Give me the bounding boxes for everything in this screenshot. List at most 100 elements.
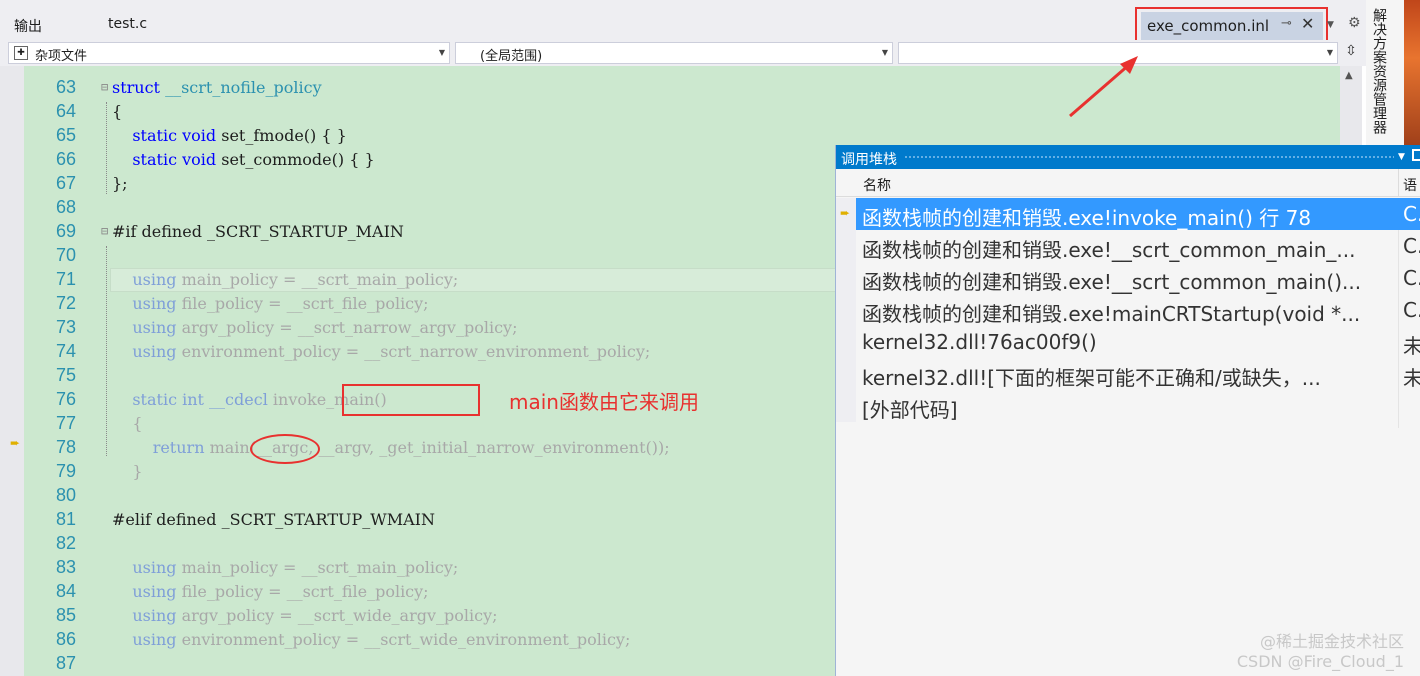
watermark-line1: @稀土掘金技术社区 bbox=[1259, 632, 1404, 651]
fold-toggle-icon[interactable]: ⊟ bbox=[101, 224, 108, 238]
frame-language: 未 bbox=[1403, 366, 1420, 390]
scroll-up-icon[interactable]: ▲ bbox=[1345, 70, 1353, 81]
line-number: 81 bbox=[55, 509, 76, 529]
code-text: using main_policy = __scrt_main_policy; bbox=[112, 270, 458, 289]
line-number: 83 bbox=[55, 557, 76, 577]
code-token: struct bbox=[112, 78, 160, 97]
code-token: using bbox=[132, 342, 177, 361]
code-token: file_policy = __scrt_file_policy; bbox=[176, 582, 429, 601]
code-token: set_commode() { } bbox=[216, 150, 375, 169]
call-stack-row[interactable]: 函数栈帧的创建和销毁.exe!__scrt_common_main()... C. bbox=[836, 262, 1420, 294]
solution-explorer-tab[interactable]: 解决方案资源管理器 bbox=[1370, 8, 1388, 134]
code-token: using bbox=[132, 294, 177, 313]
row-gutter bbox=[836, 390, 856, 422]
column-header-language[interactable]: 语 bbox=[1403, 175, 1417, 195]
chevron-down-icon: ▼ bbox=[1326, 48, 1333, 57]
code-token: environment_policy = __scrt_narrow_envir… bbox=[176, 342, 651, 361]
code-token: file_policy = __scrt_file_policy; bbox=[176, 294, 429, 313]
line-number: 87 bbox=[55, 653, 76, 673]
call-stack-row[interactable]: [外部代码] bbox=[836, 390, 1420, 422]
code-token: { bbox=[112, 414, 143, 433]
row-gutter bbox=[836, 262, 856, 294]
chevron-down-icon[interactable]: ▼ bbox=[1398, 152, 1405, 162]
code-token: __cdecl bbox=[203, 390, 268, 409]
row-gutter bbox=[836, 230, 856, 262]
call-stack-row[interactable]: 函数栈帧的创建和销毁.exe!__scrt_common_main_... C. bbox=[836, 230, 1420, 262]
line-number: 70 bbox=[55, 245, 76, 265]
project-dropdown[interactable]: ✚ 杂项文件 ▼ bbox=[8, 42, 450, 64]
call-stack-row[interactable]: kernel32.dll!76ac00f9() 未 bbox=[836, 326, 1420, 358]
code-text: using argv_policy = __scrt_narrow_argv_p… bbox=[112, 318, 517, 337]
frame-name: 函数栈帧的创建和销毁.exe!mainCRTStartup(void *... bbox=[862, 302, 1361, 326]
code-text: #elif defined _SCRT_STARTUP_WMAIN bbox=[112, 510, 435, 529]
code-token: } bbox=[112, 462, 143, 481]
document-tab-strip: 输出 test.c exe_common.inl ⊸ ✕ ▼ ⚙ bbox=[0, 0, 1366, 44]
watermark-line2: CSDN @Fire_Cloud_1 bbox=[1236, 652, 1404, 671]
frame-language: C. bbox=[1403, 266, 1420, 290]
code-token: argv_policy = __scrt_narrow_argv_policy; bbox=[176, 318, 518, 337]
project-dropdown-value: 杂项文件 bbox=[35, 49, 88, 64]
line-number: 86 bbox=[55, 629, 76, 649]
fold-toggle-icon[interactable]: ⊟ bbox=[101, 80, 108, 94]
code-text: return main(__argc, __argv, _get_initial… bbox=[112, 438, 670, 457]
split-window-icon[interactable]: ⇳ bbox=[1341, 43, 1361, 65]
code-text: static void set_commode() { } bbox=[112, 150, 375, 169]
line-number: 66 bbox=[55, 149, 76, 169]
call-stack-row[interactable]: 函数栈帧的创建和销毁.exe!mainCRTStartup(void *... C… bbox=[836, 294, 1420, 326]
tab-output[interactable]: 输出 bbox=[14, 16, 42, 36]
row-gutter bbox=[836, 294, 856, 326]
code-text: using argv_policy = __scrt_wide_argv_pol… bbox=[112, 606, 498, 625]
column-separator[interactable] bbox=[1398, 169, 1399, 197]
frame-language: C. bbox=[1403, 234, 1420, 258]
frame-language: C. bbox=[1403, 202, 1420, 226]
frame-language: C. bbox=[1403, 298, 1420, 322]
scope-dropdown[interactable]: (全局范围) ▼ bbox=[455, 42, 893, 64]
code-text: } bbox=[112, 462, 143, 481]
line-number: 80 bbox=[55, 485, 76, 505]
annotation-box-tab bbox=[1135, 7, 1328, 44]
titlebar-grip bbox=[904, 155, 1394, 159]
line-number: 69 bbox=[55, 221, 76, 241]
code-token: { bbox=[112, 102, 123, 121]
maximize-icon[interactable] bbox=[1412, 149, 1420, 161]
line-number: 71 bbox=[55, 269, 76, 289]
code-token: environment_policy = __scrt_wide_environ… bbox=[176, 630, 631, 649]
watermark: @稀土掘金技术社区 CSDN @Fire_Cloud_1 bbox=[1237, 632, 1404, 672]
code-text: { bbox=[112, 414, 143, 433]
code-token: using bbox=[132, 606, 177, 625]
tab-test-c[interactable]: test.c bbox=[108, 16, 147, 32]
code-token: using bbox=[132, 582, 177, 601]
annotation-text: main函数由它来调用 bbox=[509, 390, 699, 414]
code-text: using main_policy = __scrt_main_policy; bbox=[112, 558, 458, 577]
gear-icon[interactable]: ⚙ bbox=[1348, 15, 1361, 31]
code-token: main_policy = __scrt_main_policy; bbox=[176, 270, 459, 289]
call-stack-window: 调用堆栈 ▼ 名称 语 ➨ 函数栈帧的创建和销毁.exe!invoke_main(… bbox=[835, 145, 1420, 676]
code-token: using bbox=[132, 270, 177, 289]
code-text: }; bbox=[112, 174, 128, 193]
code-token: argv_policy = __scrt_wide_argv_policy; bbox=[176, 606, 498, 625]
call-stack-row[interactable]: ➨ 函数栈帧的创建和销毁.exe!invoke_main() 行 78 C. bbox=[836, 198, 1420, 230]
execution-pointer-icon: ➨ bbox=[10, 436, 21, 450]
line-number: 68 bbox=[55, 197, 76, 217]
line-number: 82 bbox=[55, 533, 76, 553]
line-number: 64 bbox=[55, 101, 76, 121]
code-token: __scrt_nofile_policy bbox=[159, 78, 322, 97]
call-stack-titlebar[interactable]: 调用堆栈 ▼ bbox=[836, 145, 1420, 169]
frame-name: 函数栈帧的创建和销毁.exe!__scrt_common_main_... bbox=[862, 238, 1356, 262]
code-token: using bbox=[132, 318, 177, 337]
frame-name: 函数栈帧的创建和销毁.exe!__scrt_common_main()... bbox=[862, 270, 1362, 294]
line-number: 63 bbox=[55, 77, 76, 97]
chevron-down-icon[interactable]: ▼ bbox=[1327, 20, 1334, 30]
code-token: static void bbox=[132, 126, 217, 145]
column-header-name[interactable]: 名称 bbox=[863, 175, 891, 195]
call-stack-row[interactable]: kernel32.dll![下面的框架可能不正确和/或缺失，... 未 bbox=[836, 358, 1420, 390]
code-text: using environment_policy = __scrt_narrow… bbox=[112, 342, 650, 361]
frame-language: 未 bbox=[1403, 334, 1420, 358]
line-number: 75 bbox=[55, 365, 76, 385]
line-number: 73 bbox=[55, 317, 76, 337]
